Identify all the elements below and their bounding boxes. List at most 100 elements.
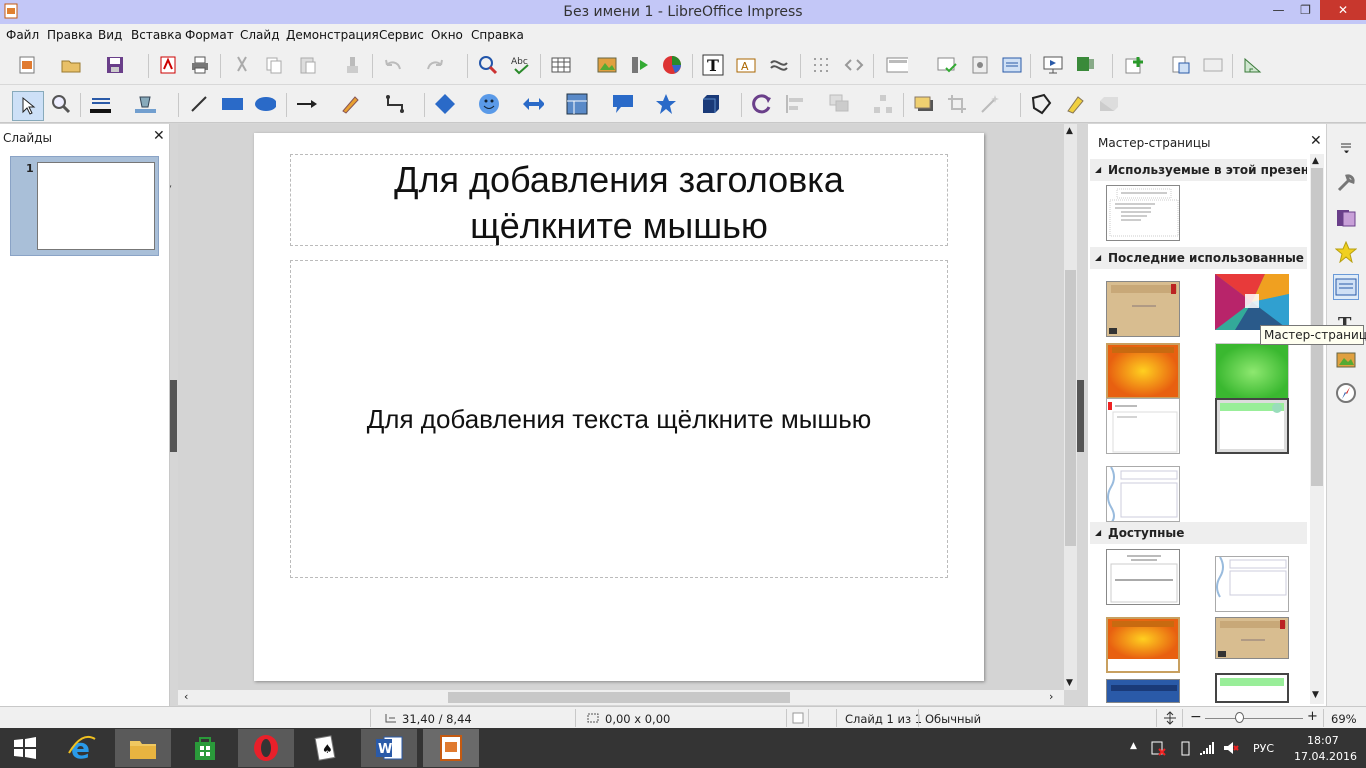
section-used[interactable]: Используемые в этой презентации <box>1090 159 1307 181</box>
insert-shape-icon[interactable] <box>1124 54 1146 76</box>
basic-shapes-icon[interactable] <box>434 93 456 115</box>
master-page-recent-5[interactable] <box>1106 398 1180 454</box>
find-replace-icon[interactable] <box>477 54 499 76</box>
menu-tools[interactable]: Сервис <box>379 28 424 42</box>
slides-pane-close-icon[interactable]: ✕ <box>153 128 165 144</box>
slide-transition-icon[interactable] <box>1333 205 1359 231</box>
chart-icon[interactable] <box>661 54 683 76</box>
distribute-icon[interactable] <box>872 93 894 115</box>
close-button[interactable]: ✕ <box>1320 0 1366 20</box>
master-page-recent-6[interactable] <box>1215 398 1289 454</box>
menu-insert[interactable]: Вставка <box>131 28 182 42</box>
master-page-available-1[interactable] <box>1106 549 1180 605</box>
word-icon[interactable]: W <box>361 729 417 767</box>
master-page-available-3[interactable] <box>1106 617 1180 673</box>
master-page-available-4[interactable] <box>1215 617 1289 659</box>
vertical-scrollbar-thumb[interactable] <box>1065 270 1076 546</box>
new-document-icon[interactable] <box>16 54 38 76</box>
minimize-button[interactable]: — <box>1265 0 1292 20</box>
master-page-recent-2[interactable] <box>1215 274 1289 330</box>
file-explorer-icon[interactable] <box>115 729 171 767</box>
language-indicator[interactable]: РУС <box>1253 742 1274 755</box>
3d-objects-icon[interactable] <box>699 93 721 115</box>
save-icon[interactable] <box>104 54 126 76</box>
crop-icon[interactable] <box>946 93 968 115</box>
align-icon[interactable] <box>784 93 806 115</box>
scroll-right-icon[interactable]: › <box>1049 690 1053 703</box>
impress-taskbar-icon[interactable] <box>423 729 479 767</box>
opera-icon[interactable] <box>238 729 294 767</box>
grid-icon[interactable] <box>810 54 832 76</box>
menu-edit[interactable]: Правка <box>47 28 93 42</box>
document-modified-icon[interactable] <box>792 712 804 724</box>
undo-icon[interactable] <box>382 54 404 76</box>
table-icon[interactable] <box>550 54 572 76</box>
header-footer-icon[interactable] <box>1202 54 1224 76</box>
master-page-available-6[interactable] <box>1215 673 1289 703</box>
clock-date[interactable]: 17.04.2016 <box>1294 750 1357 763</box>
zoom-slider-knob[interactable] <box>1234 712 1244 723</box>
export-pdf-icon[interactable] <box>157 54 179 76</box>
slide-layout-icon[interactable] <box>886 54 908 76</box>
start-button[interactable] <box>0 729 50 767</box>
sidebar-collapse-handle[interactable] <box>1077 380 1084 452</box>
master-pages-close-icon[interactable]: ✕ <box>1310 133 1322 149</box>
media-icon[interactable] <box>629 54 651 76</box>
arrange-icon[interactable] <box>828 93 850 115</box>
spelling-icon[interactable]: Abc <box>510 54 532 76</box>
select-icon[interactable] <box>12 91 44 121</box>
volume-icon[interactable] <box>1222 740 1240 756</box>
master-page-recent-1[interactable] <box>1106 281 1180 337</box>
zoom-in-icon[interactable]: + <box>1307 709 1318 724</box>
symbol-shapes-icon[interactable] <box>478 93 500 115</box>
show-hidden-icons-icon[interactable]: ▲ <box>1130 741 1137 751</box>
menu-window[interactable]: Окно <box>431 28 463 42</box>
copy-icon[interactable] <box>263 54 285 76</box>
battery-icon[interactable] <box>1178 740 1192 756</box>
master-page-recent-7[interactable] <box>1106 466 1180 522</box>
scroll-down-icon[interactable]: ▼ <box>1066 678 1073 688</box>
master-page-default[interactable] <box>1106 185 1180 241</box>
flowchart-icon[interactable] <box>566 93 588 115</box>
internet-explorer-icon[interactable]: e <box>54 729 110 767</box>
master-page-recent-4[interactable] <box>1215 343 1289 399</box>
gallery-icon[interactable] <box>1333 347 1359 373</box>
menu-help[interactable]: Справка <box>471 28 524 42</box>
slide-thumbnail[interactable]: 1 <box>10 156 159 256</box>
sidebar-menu-icon[interactable] <box>1333 134 1359 160</box>
master-page-available-5[interactable] <box>1106 679 1180 703</box>
horizontal-scrollbar-thumb[interactable] <box>448 692 790 703</box>
menu-slideshow[interactable]: Демонстрация <box>286 28 379 42</box>
toggle-extrusion-icon[interactable] <box>1097 93 1119 115</box>
helplines-icon[interactable] <box>843 54 865 76</box>
clock-time[interactable]: 18:07 <box>1307 734 1339 747</box>
menu-format[interactable]: Формат <box>185 28 234 42</box>
solitaire-icon[interactable]: ♠ <box>299 729 355 767</box>
image-icon[interactable] <box>596 54 618 76</box>
filter-icon[interactable] <box>979 93 1001 115</box>
action-center-icon[interactable] <box>1150 740 1166 756</box>
menu-slide[interactable]: Слайд <box>240 28 280 42</box>
fit-slide-icon[interactable] <box>1163 711 1177 725</box>
open-folder-icon[interactable] <box>60 54 82 76</box>
slide-properties-icon[interactable] <box>1001 54 1023 76</box>
duplicate-slide-icon[interactable] <box>969 54 991 76</box>
slideshow-current-icon[interactable] <box>1075 54 1097 76</box>
master-page-available-2[interactable] <box>1215 556 1289 612</box>
slides-pane-collapse-handle[interactable] <box>170 380 177 452</box>
properties-wrench-icon[interactable] <box>1333 170 1359 196</box>
master-pages-scroll-up-icon[interactable]: ▲ <box>1312 156 1319 166</box>
text-box-icon[interactable]: T <box>702 54 724 76</box>
stars-icon[interactable] <box>655 93 677 115</box>
master-pages-deck-icon[interactable] <box>1333 274 1359 300</box>
zoom-level[interactable]: 69% <box>1331 712 1357 726</box>
master-page-recent-3[interactable] <box>1106 343 1180 399</box>
redo-icon[interactable] <box>424 54 446 76</box>
ellipse-tool-icon[interactable] <box>254 93 276 115</box>
arrow-line-icon[interactable] <box>295 93 317 115</box>
zoom-out-icon[interactable]: − <box>1190 709 1202 725</box>
block-arrows-icon[interactable] <box>522 93 544 115</box>
formula-icon[interactable] <box>1242 54 1264 76</box>
connector-tool-icon[interactable] <box>384 93 406 115</box>
menu-view[interactable]: Вид <box>98 28 122 42</box>
